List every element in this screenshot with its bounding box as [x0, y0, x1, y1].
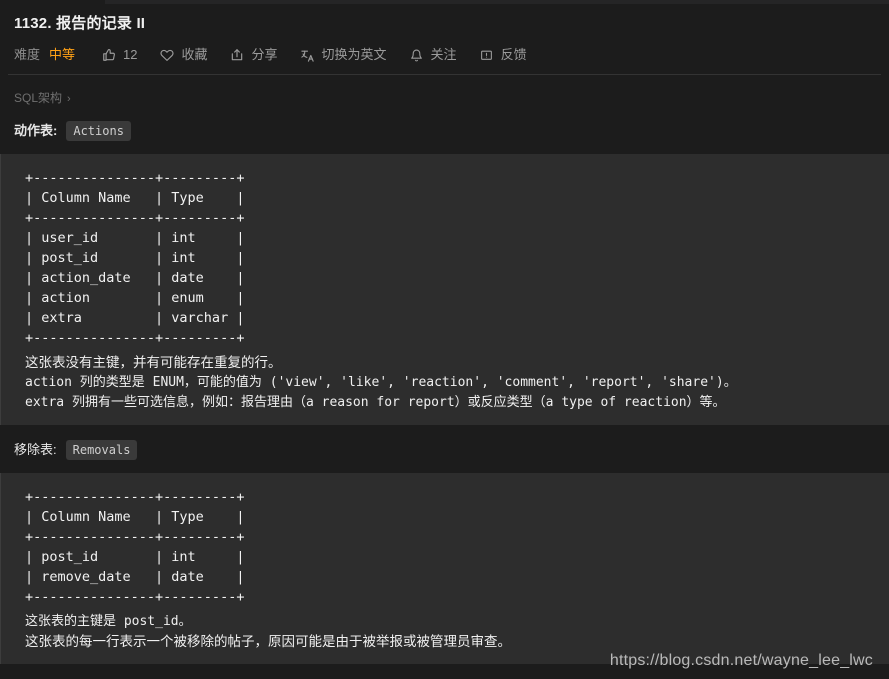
code-block-removals: +---------------+---------+ | Column Nam…: [0, 473, 889, 664]
follow-button[interactable]: 关注: [409, 47, 457, 63]
like-count: 12: [123, 47, 138, 62]
page-root: 1132. 报告的记录 II 难度 中等 12 收藏 分享 切换为英文 关注 反…: [0, 0, 889, 679]
difficulty-indicator: 难度 中等: [14, 47, 75, 63]
ascii-table-actions: +---------------+---------+ | Column Nam…: [25, 170, 245, 346]
bell-icon: [409, 48, 424, 63]
translate-icon: [300, 48, 315, 63]
section-label-actions: 动作表:: [14, 123, 58, 138]
difficulty-value: 中等: [49, 47, 76, 62]
translate-button[interactable]: 切换为英文: [300, 47, 387, 63]
breadcrumb-label: SQL架构: [14, 91, 63, 105]
note-line: extra 列拥有一些可选信息，例如：报告理由（a reason for rep…: [25, 395, 726, 410]
feedback-label: 反馈: [500, 47, 527, 62]
notes-actions: 这张表没有主键，并有可能存在重复的行。 action 列的类型是 ENUM，可能…: [25, 353, 889, 413]
feedback-icon: [479, 48, 494, 63]
section-label-removals: 移除表:: [14, 442, 57, 457]
feedback-button[interactable]: 反馈: [479, 47, 527, 63]
note-line: 这张表的主键是 post_id。: [25, 614, 192, 629]
thumbs-up-icon: [101, 48, 116, 63]
problem-description: SQL架构 › 动作表: Actions +---------------+---…: [0, 80, 889, 664]
section-heading-removals: 移除表: Removals: [0, 425, 889, 460]
favorite-label: 收藏: [181, 47, 208, 62]
page-title: 1132. 报告的记录 II: [14, 15, 146, 32]
table-name-removals: Removals: [65, 440, 138, 460]
translate-label: 切换为英文: [321, 47, 387, 62]
notes-removals: 这张表的主键是 post_id。 这张表的每一行表示一个被移除的帖子，原因可能是…: [25, 612, 889, 652]
chevron-right-icon: ›: [67, 93, 71, 105]
share-icon: [230, 48, 245, 63]
problem-meta-toolbar: 难度 中等 12 收藏 分享 切换为英文 关注 反馈: [14, 45, 875, 65]
heart-icon: [160, 48, 175, 63]
share-label: 分享: [251, 47, 278, 62]
ascii-table-removals: +---------------+---------+ | Column Nam…: [25, 489, 245, 605]
favorite-button[interactable]: 收藏: [160, 47, 208, 63]
watermark: https://blog.csdn.net/wayne_lee_lwc: [609, 652, 873, 669]
header-divider: [8, 74, 881, 75]
problem-header: 1132. 报告的记录 II 难度 中等 12 收藏 分享 切换为英文 关注 反…: [0, 0, 889, 65]
note-line: 这张表没有主键，并有可能存在重复的行。: [25, 355, 282, 370]
content-card-top-edge: [105, 0, 889, 4]
code-block-actions: +---------------+---------+ | Column Nam…: [0, 154, 889, 425]
difficulty-label: 难度: [14, 47, 41, 62]
note-line: 这张表的每一行表示一个被移除的帖子，原因可能是由于被举报或被管理员审查。: [25, 634, 511, 649]
table-name-actions: Actions: [66, 121, 131, 141]
breadcrumb[interactable]: SQL架构 ›: [0, 80, 889, 107]
like-button[interactable]: 12: [101, 47, 138, 63]
follow-label: 关注: [430, 47, 457, 62]
section-heading-actions: 动作表: Actions: [0, 107, 889, 141]
note-line: action 列的类型是 ENUM，可能的值为 ('view', 'like',…: [25, 375, 737, 390]
share-button[interactable]: 分享: [230, 47, 278, 63]
